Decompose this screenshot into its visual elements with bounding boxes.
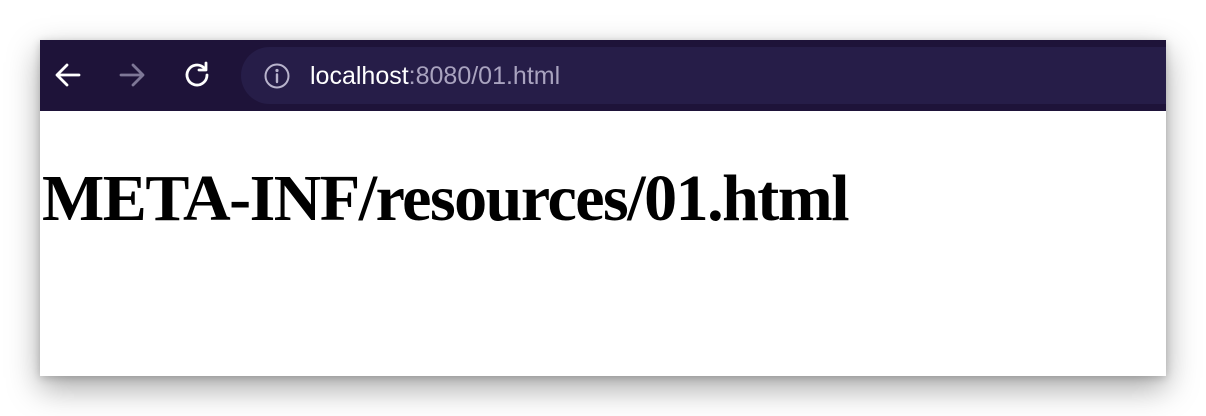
- info-circle-icon[interactable]: [262, 61, 292, 91]
- reload-button[interactable]: [179, 57, 215, 93]
- url-host: localhost: [310, 61, 409, 90]
- browser-toolbar: localhost:8080/01.html: [40, 40, 1166, 111]
- url-path: :8080/01.html: [408, 61, 561, 90]
- reload-icon: [185, 61, 209, 87]
- url-text[interactable]: localhost:8080/01.html: [310, 61, 560, 91]
- back-button[interactable]: [50, 57, 86, 93]
- arrow-left-icon: [55, 63, 81, 87]
- arrow-right-icon: [119, 63, 145, 87]
- forward-button[interactable]: [114, 57, 150, 93]
- address-bar[interactable]: localhost:8080/01.html: [241, 47, 1166, 104]
- browser-window: localhost:8080/01.html META-INF/resource…: [40, 40, 1166, 376]
- page-heading: META-INF/resources/01.html: [42, 162, 850, 235]
- page-content: META-INF/resources/01.html: [40, 111, 1166, 376]
